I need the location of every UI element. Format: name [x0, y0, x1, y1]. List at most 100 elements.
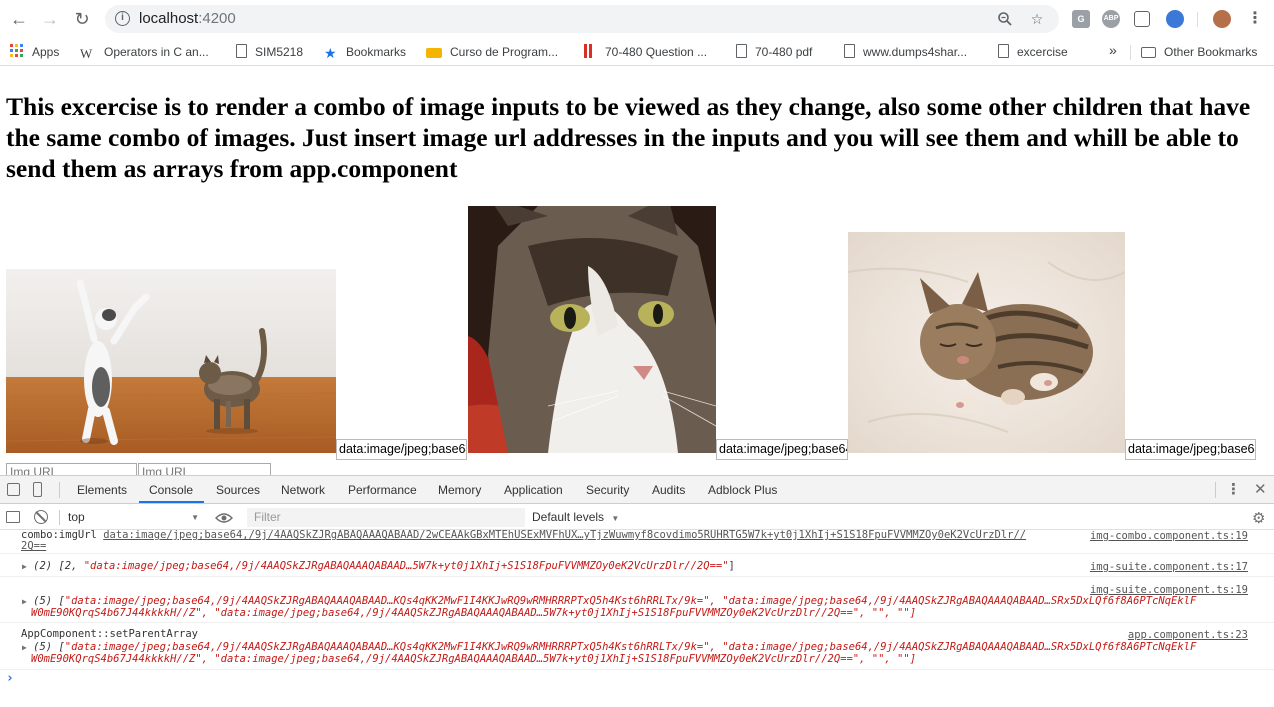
tab-adblock-plus[interactable]: Adblock Plus: [708, 483, 777, 497]
cat-image-3: [848, 232, 1125, 453]
tab-console[interactable]: Console: [149, 483, 193, 497]
reload-icon[interactable]: ↻: [72, 9, 92, 29]
bookmark-label: Bookmarks: [346, 45, 407, 59]
bookmark-other[interactable]: Other Bookmarks: [1141, 44, 1257, 60]
image-url-input-1[interactable]: data:image/jpeg;base64: [336, 439, 467, 460]
adblock-icon[interactable]: ABP: [1102, 10, 1120, 28]
bookmark-label: Apps: [32, 45, 60, 59]
chevron-down-icon: ▼: [611, 514, 620, 523]
page-heading: This excercise is to render a combo of i…: [6, 92, 1251, 183]
source-link[interactable]: img-suite.component.ts:17: [1090, 561, 1248, 573]
source-link[interactable]: app.component.ts:23: [1128, 629, 1248, 641]
star-icon[interactable]: ☆: [1029, 11, 1045, 27]
cat-image-1: [6, 269, 336, 453]
bookmark-label: Operators in C an...: [104, 45, 209, 59]
console-prompt[interactable]: ›: [6, 671, 14, 686]
array-string: "data:image/jpeg;base64,/9j/4AAQSkZJRgAB…: [83, 560, 729, 572]
owl-extension-icon[interactable]: [1166, 10, 1184, 28]
url-host: localhost: [139, 10, 199, 27]
array-count: (2) [2,: [33, 560, 84, 572]
close-icon[interactable]: ✕: [1254, 480, 1267, 498]
live-expression-eye-icon[interactable]: [215, 511, 233, 523]
page-icon: [844, 44, 855, 58]
page-icon: [736, 44, 747, 58]
bookmark-curso[interactable]: Curso de Program...: [426, 44, 558, 60]
console-settings-icon[interactable]: ⚙: [1252, 509, 1265, 527]
bookmark-operators[interactable]: W Operators in C an...: [80, 44, 209, 61]
page-icon: [998, 44, 1009, 58]
console-filter-bar: top ▼ Filter Default levels ▼ ⚙: [0, 505, 1274, 530]
bookmark-70480-pdf[interactable]: 70-480 pdf: [736, 44, 812, 60]
bookmark-bookmarks[interactable]: ★ Bookmarks: [324, 44, 406, 60]
menu-icon[interactable]: ⋮: [1245, 9, 1265, 29]
forward-icon[interactable]: →: [40, 9, 60, 29]
source-link[interactable]: img-combo.component.ts:19: [1090, 530, 1248, 542]
tab-audits[interactable]: Audits: [652, 483, 685, 497]
bookmark-excercise[interactable]: excercise: [998, 44, 1068, 60]
context-label: top: [68, 510, 85, 524]
expand-triangle-icon[interactable]: ▶: [22, 562, 27, 571]
more-bookmarks-icon[interactable]: »: [1109, 42, 1117, 58]
bookmark-label: www.dumps4shar...: [863, 45, 968, 59]
child-url-input-1[interactable]: Img URL: [6, 463, 137, 475]
tab-application[interactable]: Application: [504, 483, 563, 497]
image-url-input-2[interactable]: data:image/jpeg;base64: [716, 439, 848, 460]
console-message-text[interactable]: ▶ (2) [2, "data:image/jpeg;base64,/9j/4A…: [22, 561, 735, 572]
browser-toolbar: ← → ↻ i localhost:4200 ☆ G ABP ⋮: [0, 0, 1274, 38]
data-url-link[interactable]: data:image/jpeg;base64,/9j/4AAQSkZJRgABA…: [103, 530, 1026, 541]
devtools-menu-icon[interactable]: ⋮: [1226, 480, 1241, 498]
bookmark-label: 70-480 pdf: [755, 45, 813, 59]
tab-elements[interactable]: Elements: [77, 483, 127, 497]
console-message: combo:imgUrl data:image/jpeg;base64,/9j/…: [0, 530, 1274, 554]
array-end: ]: [728, 560, 735, 572]
address-bar[interactable]: i localhost:4200 ☆: [105, 5, 1059, 33]
tab-security[interactable]: Security: [586, 483, 629, 497]
context-select[interactable]: top ▼: [63, 508, 205, 527]
child-url-input-2[interactable]: Img URL: [138, 463, 271, 475]
bookmark-apps[interactable]: Apps: [10, 44, 59, 60]
console-message: ▶ (2) [2, "data:image/jpeg;base64,/9j/4A…: [0, 555, 1274, 577]
url-text[interactable]: localhost:4200: [139, 10, 236, 27]
expand-triangle-icon[interactable]: ▶: [22, 597, 27, 606]
bookmark-70480-question[interactable]: 70-480 Question ...: [584, 44, 707, 60]
bookmark-label: SIM5218: [255, 45, 304, 59]
devtools-tabbar: Elements Console Sources Network Perform…: [0, 476, 1274, 504]
log-levels-label: Default levels: [532, 510, 605, 524]
toolbar-divider: [59, 510, 60, 525]
data-url-link-continued[interactable]: 2Q==: [21, 541, 46, 552]
inspect-element-icon[interactable]: [7, 483, 20, 496]
toolbar-divider: [59, 482, 60, 498]
bookmark-sim5218[interactable]: SIM5218: [236, 44, 303, 60]
log-levels-select[interactable]: Default levels ▼: [532, 508, 619, 527]
tab-network[interactable]: Network: [281, 483, 325, 497]
device-toolbar-icon[interactable]: [33, 482, 42, 497]
array-count: (5) [: [33, 641, 65, 653]
toolbar-divider: [1197, 12, 1198, 27]
devtools-panel: Elements Console Sources Network Perform…: [0, 475, 1274, 706]
tab-sources[interactable]: Sources: [216, 483, 260, 497]
bookmark-dumps[interactable]: www.dumps4shar...: [844, 44, 967, 60]
array-strings-continued: W0mE90KQrqS4b67J44kkkkH//Z", "data:image…: [31, 653, 917, 665]
console-message-label: AppComponent::setParentArray: [21, 628, 199, 640]
array-strings-continued: W0mE90KQrqS4b67J44kkkkH//Z", "data:image…: [31, 607, 917, 619]
extension-icon[interactable]: [1134, 11, 1150, 27]
avatar[interactable]: [1213, 10, 1231, 28]
zoom-icon[interactable]: [997, 11, 1013, 27]
active-tab-indicator: [139, 501, 204, 503]
console-message: AppComponent::setParentArray app.compone…: [0, 624, 1274, 670]
page-content: This excercise is to render a combo of i…: [0, 67, 1274, 475]
bookmarks-bar: Apps W Operators in C an... SIM5218 ★ Book…: [0, 38, 1274, 66]
extension-g-icon[interactable]: G: [1072, 10, 1090, 28]
array-strings: "data:image/jpeg;base64,/9j/4AAQSkZJRgAB…: [64, 595, 1197, 607]
info-icon[interactable]: i: [115, 11, 130, 26]
sidebar-toggle-icon[interactable]: [6, 511, 20, 523]
back-icon[interactable]: ←: [9, 9, 29, 29]
tab-performance[interactable]: Performance: [348, 483, 417, 497]
star-icon: ★: [324, 45, 337, 61]
tab-memory[interactable]: Memory: [438, 483, 481, 497]
console-filter-input[interactable]: Filter: [247, 508, 525, 527]
bookmarks-divider: [1130, 45, 1131, 60]
clear-console-icon[interactable]: [34, 510, 48, 524]
image-url-input-3[interactable]: data:image/jpeg;base64: [1125, 439, 1256, 460]
expand-triangle-icon[interactable]: ▶: [22, 643, 27, 652]
